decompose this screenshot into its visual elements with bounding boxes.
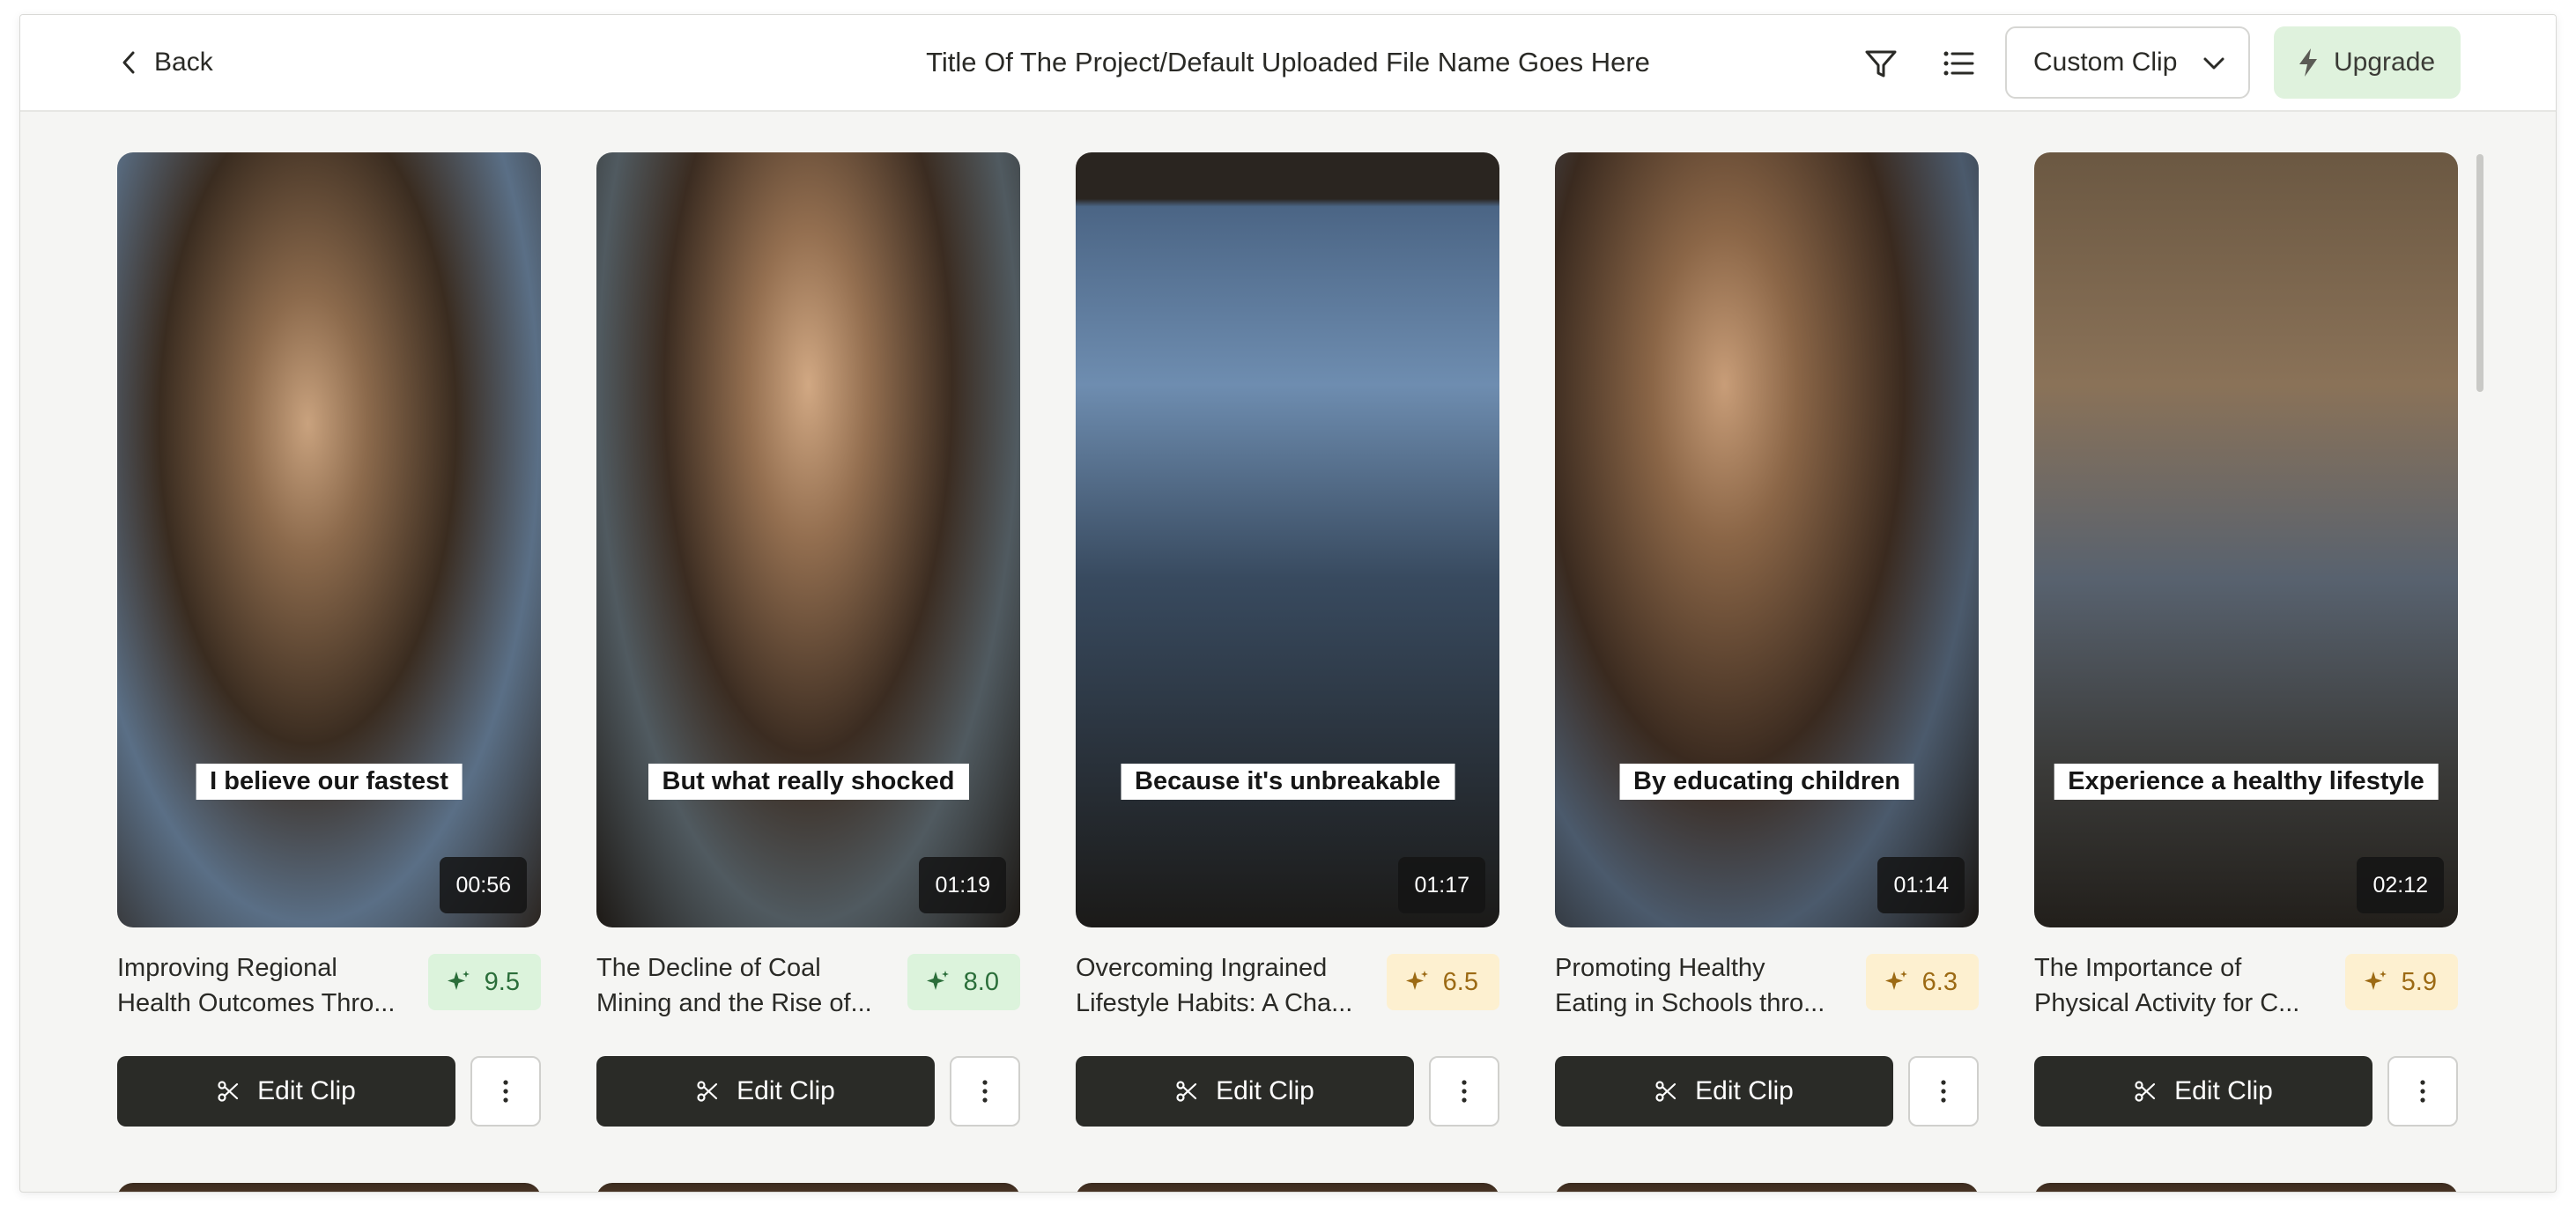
clip-title-line2: Mining and the Rise of...	[596, 989, 872, 1017]
clip-title: The Importance of Physical Activity for …	[2034, 950, 2334, 1021]
more-vertical-icon	[1462, 1080, 1467, 1103]
more-vertical-icon	[982, 1080, 988, 1103]
sparkle-icon	[447, 971, 470, 990]
clip-duration: 00:56	[440, 857, 527, 913]
app-window: Back Title Of The Project/Default Upload…	[19, 14, 2557, 1193]
clip-thumbnail[interactable]: Experience a healthy lifestyle 02:12	[2034, 152, 2458, 927]
sparkle-icon	[926, 971, 949, 990]
clip-title: The Decline of Coal Mining and the Rise …	[596, 950, 896, 1021]
list-view-button[interactable]	[1939, 44, 1978, 83]
clip-thumbnail-next-row[interactable]	[2034, 1183, 2458, 1192]
virality-score-badge: 8.0	[907, 954, 1020, 1010]
lightning-icon	[2299, 48, 2317, 77]
virality-score-badge: 9.5	[427, 954, 541, 1010]
scissors-icon	[1176, 1081, 1197, 1102]
more-vertical-icon	[1941, 1080, 1946, 1103]
clip-thumbnail-next-row[interactable]	[1076, 1183, 1499, 1192]
scrollbar-thumb[interactable]	[2476, 154, 2483, 392]
sparkle-icon	[1884, 971, 1907, 990]
clip-duration: 01:19	[919, 857, 1006, 913]
upgrade-button[interactable]: Upgrade	[2274, 26, 2461, 99]
list-icon	[1943, 51, 1974, 76]
clip-title-line1: The Decline of Coal	[596, 954, 821, 982]
virality-score-badge: 6.5	[1386, 954, 1499, 1010]
edit-clip-button[interactable]: Edit Clip	[1555, 1056, 1893, 1127]
edit-clip-button[interactable]: Edit Clip	[1076, 1056, 1414, 1127]
scissors-icon	[2135, 1081, 2156, 1102]
virality-score-badge: 6.3	[1865, 954, 1979, 1010]
clip-type-select[interactable]: Custom Clip	[2005, 26, 2250, 99]
filter-button[interactable]	[1862, 44, 1900, 83]
more-options-button[interactable]	[2387, 1056, 2458, 1127]
clip-title-line2: Lifestyle Habits: A Cha...	[1076, 989, 1353, 1017]
chevron-down-icon	[2203, 57, 2224, 70]
more-options-button[interactable]	[470, 1056, 541, 1127]
clip-title-line2: Physical Activity for C...	[2034, 989, 2300, 1017]
edit-clip-label: Edit Clip	[257, 1076, 356, 1105]
clip-title: Overcoming Ingrained Lifestyle Habits: A…	[1076, 950, 1375, 1021]
scissors-icon	[1655, 1081, 1677, 1102]
thumbnail-image	[1076, 152, 1499, 927]
clip-duration: 02:12	[2357, 857, 2444, 913]
edit-clip-button[interactable]: Edit Clip	[2034, 1056, 2372, 1127]
virality-score: 6.5	[1442, 967, 1478, 996]
thumbnail-image	[117, 152, 541, 927]
edit-clip-label: Edit Clip	[2174, 1076, 2273, 1105]
sparkle-icon	[1405, 971, 1428, 990]
upgrade-label: Upgrade	[2334, 48, 2436, 77]
scissors-icon	[697, 1081, 718, 1102]
clip-title-line1: The Importance of	[2034, 954, 2242, 982]
sparkle-icon	[2364, 971, 2387, 990]
scissors-icon	[218, 1081, 239, 1102]
edit-clip-label: Edit Clip	[1695, 1076, 1794, 1105]
clip-title-line2: Health Outcomes Thro...	[117, 989, 396, 1017]
thumbnail-image	[1555, 152, 1979, 927]
edit-clip-label: Edit Clip	[737, 1076, 835, 1105]
thumbnail-image	[2034, 152, 2458, 927]
more-options-button[interactable]	[950, 1056, 1020, 1127]
clip-caption: By educating children	[1619, 764, 1914, 800]
clip-duration: 01:14	[1877, 857, 1965, 913]
edit-clip-button[interactable]: Edit Clip	[117, 1056, 455, 1127]
clip-thumbnail[interactable]: But what really shocked 01:19	[596, 152, 1020, 927]
more-vertical-icon	[2420, 1080, 2425, 1103]
clip-thumbnail-next-row[interactable]	[117, 1183, 541, 1192]
virality-score-badge: 5.9	[2344, 954, 2458, 1010]
clip-caption: I believe our fastest	[196, 764, 463, 800]
clip-title: Improving Regional Health Outcomes Thro.…	[117, 950, 417, 1021]
edit-clip-label: Edit Clip	[1216, 1076, 1314, 1105]
clip-thumbnail[interactable]: By educating children 01:14	[1555, 152, 1979, 927]
clip-caption: Experience a healthy lifestyle	[2054, 764, 2439, 800]
more-vertical-icon	[503, 1080, 508, 1103]
clip-title-line1: Overcoming Ingrained	[1076, 954, 1328, 982]
clip-title-line1: Improving Regional	[117, 954, 337, 982]
top-bar: Back Title Of The Project/Default Upload…	[20, 15, 2556, 112]
more-options-button[interactable]	[1429, 1056, 1499, 1127]
clip-title-line2: Eating in Schools thro...	[1555, 989, 1825, 1017]
clip-type-value: Custom Clip	[2033, 48, 2178, 77]
clip-thumbnail-next-row[interactable]	[596, 1183, 1020, 1192]
clip-title-line1: Promoting Healthy	[1555, 954, 1765, 982]
clip-caption: Because it's unbreakable	[1121, 764, 1455, 800]
virality-score: 8.0	[963, 967, 999, 996]
filter-icon	[1865, 50, 1897, 78]
clip-caption: But what really shocked	[648, 764, 969, 800]
edit-clip-button[interactable]: Edit Clip	[596, 1056, 935, 1127]
virality-score: 5.9	[2401, 967, 2437, 996]
virality-score: 6.3	[1921, 967, 1958, 996]
clip-duration: 01:17	[1398, 857, 1485, 913]
virality-score: 9.5	[484, 967, 520, 996]
more-options-button[interactable]	[1908, 1056, 1979, 1127]
clip-title: Promoting Healthy Eating in Schools thro…	[1555, 950, 1854, 1021]
clip-thumbnail[interactable]: I believe our fastest 00:56	[117, 152, 541, 927]
clip-thumbnail[interactable]: Because it's unbreakable 01:17	[1076, 152, 1499, 927]
clip-thumbnail-next-row[interactable]	[1555, 1183, 1979, 1192]
thumbnail-image	[596, 152, 1020, 927]
